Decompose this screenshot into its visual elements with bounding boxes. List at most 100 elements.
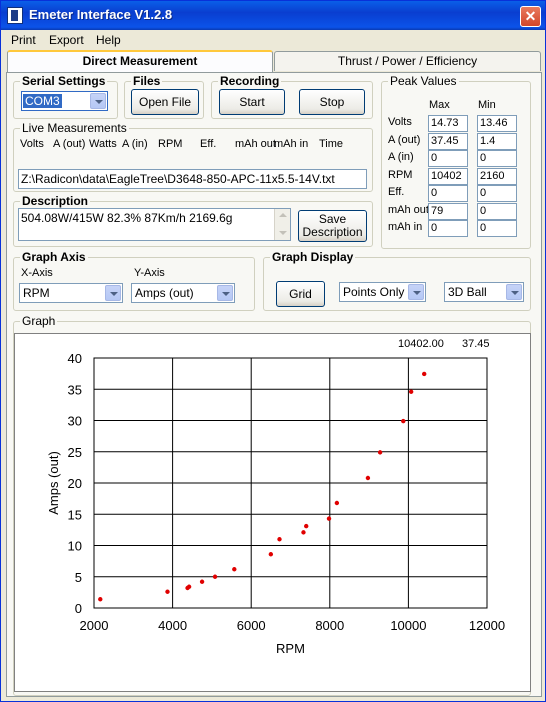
save-description-button[interactable]: Save Description [298, 210, 367, 242]
live-header-time: Time [319, 138, 344, 150]
peak-max-value: 37.45 [428, 132, 468, 150]
peak-max-value: 14.73 [428, 115, 468, 132]
open-file-button[interactable]: Open File [131, 89, 199, 115]
y-axis-label: Y-Axis [134, 267, 165, 279]
peak-row-label: RPM [388, 168, 413, 181]
y-axis-select[interactable]: Amps (out) [131, 283, 235, 303]
live-header-mah-out: mAh out [235, 138, 276, 150]
app-icon [7, 7, 23, 24]
description-textarea[interactable]: 504.08W/415W 82.3% 87Km/h 2169.6g [18, 208, 291, 241]
live-header-rpm: RPM [158, 138, 183, 150]
peak-min-value: 0 [477, 220, 517, 237]
y-axis-title: Amps (out) [46, 451, 61, 515]
peak-max-value: 0 [428, 220, 468, 237]
data-point [212, 574, 218, 579]
peak-min-value: 0 [477, 185, 517, 202]
chevron-down-icon[interactable] [408, 284, 424, 300]
y-tick-label: 15 [68, 507, 82, 522]
menu-export[interactable]: Export [49, 33, 84, 47]
peak-max-value: 0 [428, 185, 468, 202]
data-point [277, 537, 282, 542]
data-point [401, 418, 406, 424]
x-tick-label: 12000 [469, 618, 505, 633]
cursor-x-readout: 10402.00 [393, 337, 453, 352]
peak-row-label: A (out) [388, 133, 421, 146]
serial-settings-legend: Serial Settings [20, 74, 108, 88]
point-style-value: 3D Ball [448, 285, 487, 299]
x-axis-title: RPM [276, 641, 305, 656]
data-point [326, 516, 332, 521]
data-point [165, 589, 170, 594]
y-tick-label: 5 [75, 570, 82, 585]
data-point [199, 579, 205, 584]
peak-row-label: A (in) [388, 151, 414, 163]
title-bar[interactable]: Emeter Interface V1.2.8 ✕ [1, 1, 545, 30]
y-tick-label: 35 [68, 382, 82, 397]
peak-min-value: 1.4 [477, 132, 517, 150]
tab-direct-measurement[interactable]: Direct Measurement [7, 50, 273, 73]
chevron-down-icon[interactable] [105, 285, 121, 301]
y-tick-label: 25 [68, 445, 82, 460]
live-header-a-in: A (in) [122, 138, 148, 150]
live-header-a-out: A (out) [53, 138, 86, 150]
live-header-watts: Watts [89, 138, 117, 150]
data-point [232, 567, 237, 572]
y-tick-label: 20 [68, 476, 82, 491]
graph-area[interactable]: 2000 4000 6000 8000 10000 12000 0 5 10 15 20 25 30 35… [14, 333, 531, 692]
app-window: Emeter Interface V1.2.8 ✕ Print Export H… [0, 0, 546, 702]
menu-print[interactable]: Print [11, 33, 36, 47]
x-axis-label: X-Axis [21, 267, 53, 279]
start-button[interactable]: Start [219, 89, 285, 115]
data-point [365, 475, 371, 481]
chevron-down-icon[interactable] [217, 285, 233, 301]
peak-row-label: Eff. [388, 186, 405, 198]
peak-row-label: mAh in [388, 221, 423, 233]
menu-bar: Print Export Help [1, 30, 545, 49]
peak-row-label: Volts [388, 116, 412, 128]
scatter-chart: 2000 4000 6000 8000 10000 12000 0 5 10 15 20 25 30 35… [46, 351, 505, 656]
y-tick-label: 10 [68, 539, 82, 554]
file-path-field[interactable]: Z:\Radicon\data\EagleTree\D3648-850-APC-… [18, 169, 367, 189]
x-tick-label: 8000 [315, 618, 344, 633]
data-point [98, 597, 103, 602]
data-point [334, 500, 340, 506]
peak-min-value: 0 [477, 150, 517, 167]
peak-min-value: 0 [477, 202, 517, 220]
x-tick-label: 6000 [237, 618, 266, 633]
scroll-down-icon[interactable] [279, 231, 287, 235]
tab-thrust-power-efficiency[interactable]: Thrust / Power / Efficiency [274, 51, 541, 71]
graph-axis-legend: Graph Axis [20, 250, 88, 264]
grid-button[interactable]: Grid [276, 281, 325, 307]
peak-max-value: 10402 [428, 167, 468, 185]
data-point [377, 450, 383, 455]
com-port-value: COM3 [23, 94, 62, 108]
data-point [186, 584, 192, 589]
data-point [421, 371, 427, 377]
x-axis-value: RPM [23, 286, 50, 300]
chevron-down-icon[interactable] [90, 93, 106, 109]
y-tick-label: 0 [75, 601, 82, 616]
com-port-select[interactable]: COM3 [21, 91, 108, 111]
cursor-y-readout: 37.45 [457, 337, 517, 352]
x-tick-label: 2000 [80, 618, 109, 633]
y-tick-label: 40 [68, 351, 82, 366]
peak-max-value: 79 [428, 202, 468, 220]
graph-display-legend: Graph Display [270, 250, 356, 264]
scroll-up-icon[interactable] [279, 213, 287, 217]
data-point [408, 389, 414, 394]
x-axis-select[interactable]: RPM [19, 283, 123, 303]
y-tick-label: 30 [68, 414, 82, 429]
close-button[interactable]: ✕ [520, 6, 541, 27]
peak-min-header: Min [478, 99, 496, 111]
window-title: Emeter Interface V1.2.8 [29, 7, 173, 22]
display-mode-select[interactable]: Points Only [339, 282, 426, 302]
stop-button[interactable]: Stop [299, 89, 365, 115]
chevron-down-icon[interactable] [506, 284, 522, 300]
peak-max-header: Max [429, 99, 450, 111]
peak-row-label: mAh out [388, 203, 429, 216]
peak-min-value: 13.46 [477, 115, 517, 132]
menu-help[interactable]: Help [96, 33, 121, 47]
point-style-select[interactable]: 3D Ball [444, 282, 524, 302]
description-scrollbar[interactable] [274, 209, 290, 240]
recording-legend: Recording [218, 74, 282, 88]
